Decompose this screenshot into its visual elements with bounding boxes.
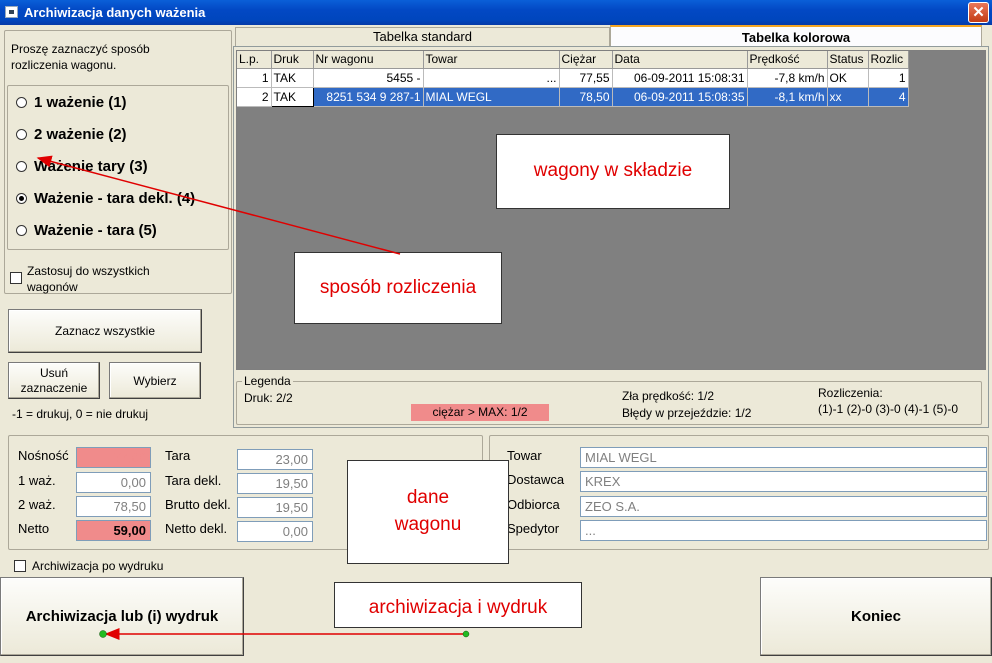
annotation-arrows xyxy=(36,155,470,640)
settlement-arrow xyxy=(36,155,401,255)
archive-arrow-end-dot xyxy=(99,630,107,638)
archive-arrow-start-dot xyxy=(462,630,470,638)
